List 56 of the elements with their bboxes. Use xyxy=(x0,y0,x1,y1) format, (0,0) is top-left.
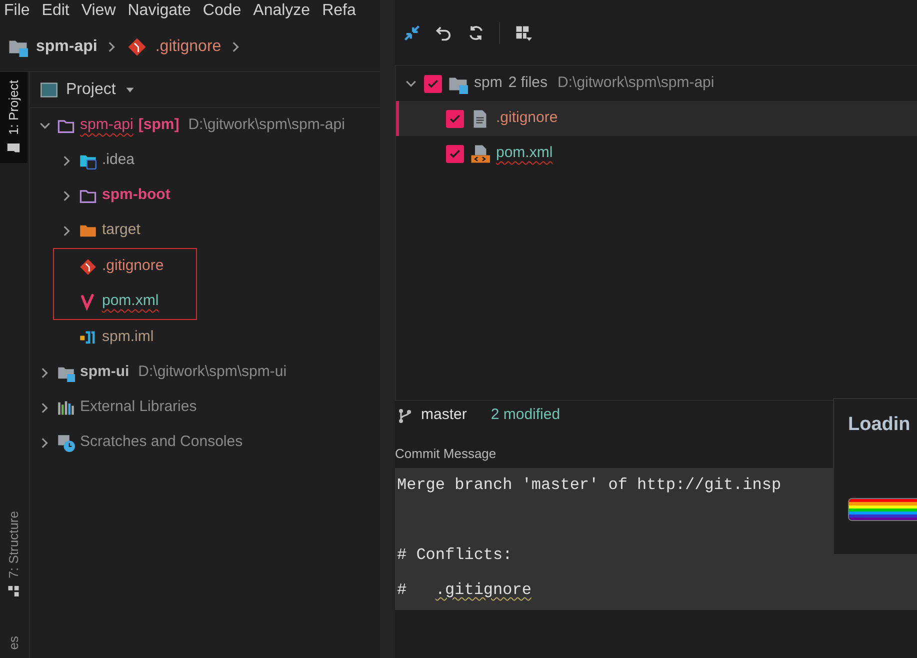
xml-file-icon xyxy=(470,144,490,164)
collapse-icon[interactable] xyxy=(403,24,421,42)
tree-item-label[interactable]: External Libraries xyxy=(80,396,197,419)
tree-item-label[interactable]: spm.iml xyxy=(102,326,154,349)
menu-item[interactable]: Navigate xyxy=(128,0,191,23)
refresh-icon[interactable] xyxy=(467,24,485,42)
breadcrumb-item[interactable]: spm-api xyxy=(36,34,98,58)
file-count: 2 files xyxy=(508,73,548,94)
side-tab[interactable]: 7: Structure xyxy=(0,503,28,606)
tree-item-label[interactable]: pom.xml xyxy=(102,290,159,313)
checkbox[interactable] xyxy=(446,144,464,162)
popup-title: Loadin xyxy=(848,413,912,437)
tree-item-label[interactable]: spm-ui xyxy=(80,361,130,384)
branch-name[interactable]: master xyxy=(421,404,467,427)
tree-item-label[interactable]: target xyxy=(102,219,140,242)
file-name: pom.xml xyxy=(496,143,553,164)
commit-message-field[interactable]: Merge branch 'master' of http://git.insp # Conflicts: # .gitignore xyxy=(395,468,917,610)
console-clock-icon xyxy=(57,434,75,452)
change-row[interactable]: pom.xml xyxy=(396,136,917,171)
menu-item[interactable]: Code xyxy=(202,0,242,23)
breadcrumb-item[interactable]: .gitignore xyxy=(155,34,222,58)
menu-item[interactable]: View xyxy=(81,0,116,23)
panel-title[interactable]: Project xyxy=(66,78,116,102)
checkbox[interactable] xyxy=(446,110,464,128)
menu-item[interactable]: Edit xyxy=(42,0,70,23)
tree-item-label[interactable]: spm-boot xyxy=(102,184,170,207)
panel-icon xyxy=(40,80,58,98)
module-tag: [spm] xyxy=(138,114,180,137)
tree-item-label[interactable]: spm-api xyxy=(80,114,134,137)
menu-item[interactable]: File xyxy=(4,0,30,23)
side-tab[interactable]: es xyxy=(0,636,28,658)
change-status: 2 modified xyxy=(490,405,560,426)
libraries-icon xyxy=(57,398,75,416)
v-letter-icon xyxy=(79,292,97,310)
diamond-icon xyxy=(127,36,148,56)
diamond-icon xyxy=(79,258,97,276)
structure-icon xyxy=(6,584,21,598)
path-label: D:\gitwork\spm\spm-api xyxy=(558,73,714,94)
branch-icon xyxy=(397,408,413,424)
group-by-icon[interactable] xyxy=(514,24,532,42)
menu-item[interactable]: Analyze xyxy=(253,0,310,23)
checkbox[interactable] xyxy=(424,74,442,92)
change-row[interactable]: .gitignore xyxy=(396,101,917,136)
side-tab[interactable]: 1: Project xyxy=(0,72,28,163)
path-label: D:\gitwork\spm\spm-api xyxy=(188,115,345,136)
busy-indicator xyxy=(848,498,917,520)
field-label: Commit Message xyxy=(395,445,498,463)
file-name: .gitignore xyxy=(496,108,558,128)
menu-item[interactable]: Refa xyxy=(322,0,356,23)
folder-icon xyxy=(6,140,21,155)
path-label: D:\gitwork\spm\spm-ui xyxy=(138,362,287,382)
change-group-label[interactable]: spm xyxy=(474,72,502,95)
module-file-icon xyxy=(79,328,97,346)
tree-item-label[interactable]: .gitignore xyxy=(102,255,164,278)
tree-item-label[interactable]: .idea xyxy=(102,149,135,172)
tree-item-label[interactable]: Scratches and Consoles xyxy=(80,431,243,454)
